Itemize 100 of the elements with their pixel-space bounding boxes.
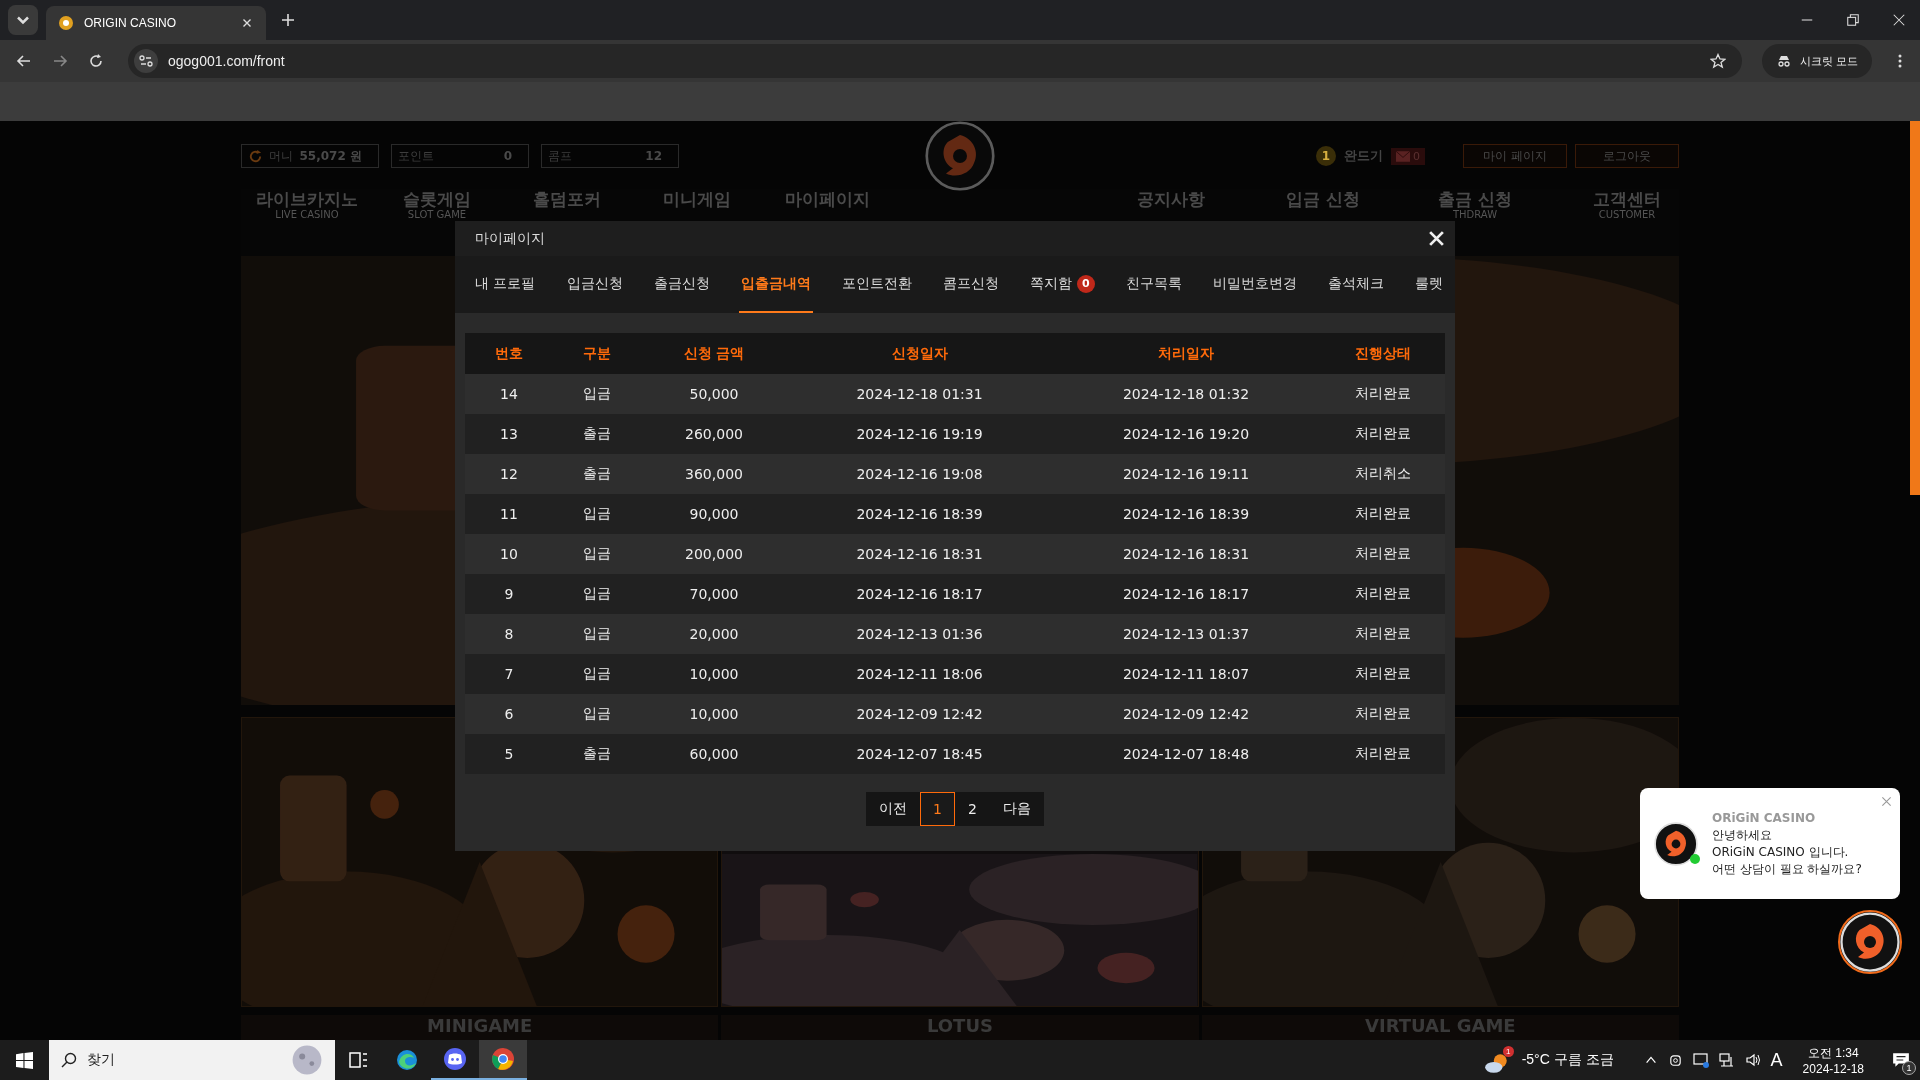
tab[interactable]: 입금신청 (564, 256, 625, 313)
wallet-label: 머니 (269, 147, 294, 165)
table-cell: 2024-12-07 18:48 (1052, 734, 1320, 774)
tab[interactable]: 입출금내역 (738, 256, 813, 313)
tab-list-icon[interactable] (8, 5, 38, 35)
page-button[interactable]: 2 (955, 792, 990, 826)
table-cell: 입금 (553, 654, 641, 694)
table-cell: 입금 (553, 614, 641, 654)
notification-icon[interactable] (1892, 1051, 1910, 1069)
url-text: ogog001.com/front (168, 53, 285, 69)
table-cell: 2024-12-07 18:45 (787, 734, 1052, 774)
table-cell: 11 (465, 494, 553, 534)
chat-button[interactable] (1838, 910, 1902, 974)
table-cell: 처리완료 (1320, 374, 1445, 414)
tab-title: ORIGIN CASINO (84, 16, 177, 30)
column-header: 처리일자 (1052, 333, 1320, 374)
table-cell: 14 (465, 374, 553, 414)
table-cell: 처리완료 (1320, 654, 1445, 694)
table-cell: 처리완료 (1320, 734, 1445, 774)
table-cell: 처리완료 (1320, 534, 1445, 574)
taskbar-app[interactable] (479, 1040, 527, 1080)
table-cell: 2024-12-16 18:17 (1052, 574, 1320, 614)
notification-badge: 1 (1902, 1061, 1916, 1075)
restore-icon[interactable] (1846, 13, 1860, 27)
table-cell: 2024-12-16 18:17 (787, 574, 1052, 614)
tab[interactable]: 룰렛 (1412, 256, 1445, 313)
display-icon[interactable] (1692, 1052, 1709, 1068)
clock[interactable]: 오전 1:34 2024-12-18 (1802, 1044, 1864, 1076)
table-cell: 입금 (553, 534, 641, 574)
table-cell: 2024-12-09 12:42 (787, 694, 1052, 734)
star-icon[interactable] (1709, 53, 1726, 69)
table-cell: 20,000 (641, 614, 787, 654)
table-cell: 2024-12-13 01:36 (787, 614, 1052, 654)
tab[interactable]: 내 프로필 (473, 256, 538, 313)
table-cell: 2024-12-16 18:31 (1052, 534, 1320, 574)
table-cell: 처리완료 (1320, 414, 1445, 454)
tab[interactable]: 출금신청 (651, 256, 712, 313)
page-button[interactable]: 다음 (989, 792, 1044, 826)
table-cell: 2024-12-16 18:39 (787, 494, 1052, 534)
weather-widget[interactable]: 1 -5°C 구름 조금 (1483, 1046, 1614, 1074)
table-cell: 2024-12-16 18:31 (787, 534, 1052, 574)
new-tab-icon[interactable] (280, 12, 296, 28)
table-cell: 2024-12-16 19:11 (1052, 454, 1320, 494)
tab[interactable]: 콤프신청 (940, 256, 1001, 313)
table-cell: 2024-12-13 01:37 (1052, 614, 1320, 654)
browser-tab[interactable]: ORIGIN CASINO (46, 6, 266, 40)
page-button[interactable]: 이전 (866, 792, 921, 826)
address-bar[interactable]: ogog001.com/front (128, 44, 1742, 78)
table-cell: 200,000 (641, 534, 787, 574)
tab[interactable]: 친구목록 (1123, 256, 1184, 313)
tab[interactable]: 출석체크 (1325, 256, 1386, 313)
column-header: 신청일자 (787, 333, 1052, 374)
table-cell: 90,000 (641, 494, 787, 534)
incognito-button[interactable]: 시크릿 모드 (1761, 44, 1872, 78)
table-cell: 10 (465, 534, 553, 574)
input-method-indicator[interactable]: A (1770, 1049, 1783, 1071)
table-cell: 2024-12-09 12:42 (1052, 694, 1320, 734)
table-cell: 7 (465, 654, 553, 694)
table-cell: 2024-12-16 19:20 (1052, 414, 1320, 454)
tab[interactable]: 포인트전환 (839, 256, 914, 313)
incognito-icon (1775, 53, 1792, 69)
chrome-icon (491, 1047, 515, 1071)
table-cell: 처리완료 (1320, 494, 1445, 534)
site-info-icon[interactable] (134, 49, 158, 73)
camera-icon[interactable] (1667, 1052, 1683, 1068)
tab[interactable]: 비밀번호변경 (1210, 256, 1299, 313)
table-cell: 입금 (553, 574, 641, 614)
logo-icon (925, 121, 995, 191)
column-header: 진행상태 (1320, 333, 1445, 374)
username: 완드기 (1344, 147, 1383, 165)
table-cell: 처리완료 (1320, 574, 1445, 614)
table-cell: 처리완료 (1320, 694, 1445, 734)
reload-icon[interactable] (88, 53, 104, 69)
table-cell: 10,000 (641, 654, 787, 694)
wallet-label: 포인트 (398, 147, 435, 165)
windows-icon[interactable] (16, 1051, 33, 1069)
table-cell: 입금 (553, 694, 641, 734)
table-cell: 출금 (553, 454, 641, 494)
chat-sender: ORiGiN CASINO (1712, 809, 1817, 827)
tab[interactable]: 쪽지함 0 (1027, 256, 1097, 313)
mail-icon (1396, 150, 1410, 162)
table-cell: 5 (465, 734, 553, 774)
weather-icon (1483, 1052, 1510, 1074)
column-header: 신청 금액 (641, 333, 787, 374)
edge-icon (395, 1048, 419, 1072)
scrollbar[interactable] (1910, 121, 1920, 495)
logo-icon (1840, 912, 1900, 972)
speaker-icon[interactable] (1744, 1052, 1761, 1068)
count-badge: 0 (1076, 274, 1095, 293)
table-cell: 12 (465, 454, 553, 494)
back-icon[interactable] (16, 53, 32, 69)
discord-icon (443, 1047, 467, 1071)
table-cell: 360,000 (641, 454, 787, 494)
column-header: 구분 (553, 333, 641, 374)
search-field[interactable]: 찾기 (49, 1040, 335, 1080)
chat-message: ORiGiN CASINO 입니다. (1712, 843, 1850, 861)
table-cell: 2024-12-18 01:31 (787, 374, 1052, 414)
network-icon[interactable] (1718, 1052, 1735, 1068)
page-button[interactable]: 1 (920, 792, 955, 826)
table-cell: 2024-12-11 18:07 (1052, 654, 1320, 694)
